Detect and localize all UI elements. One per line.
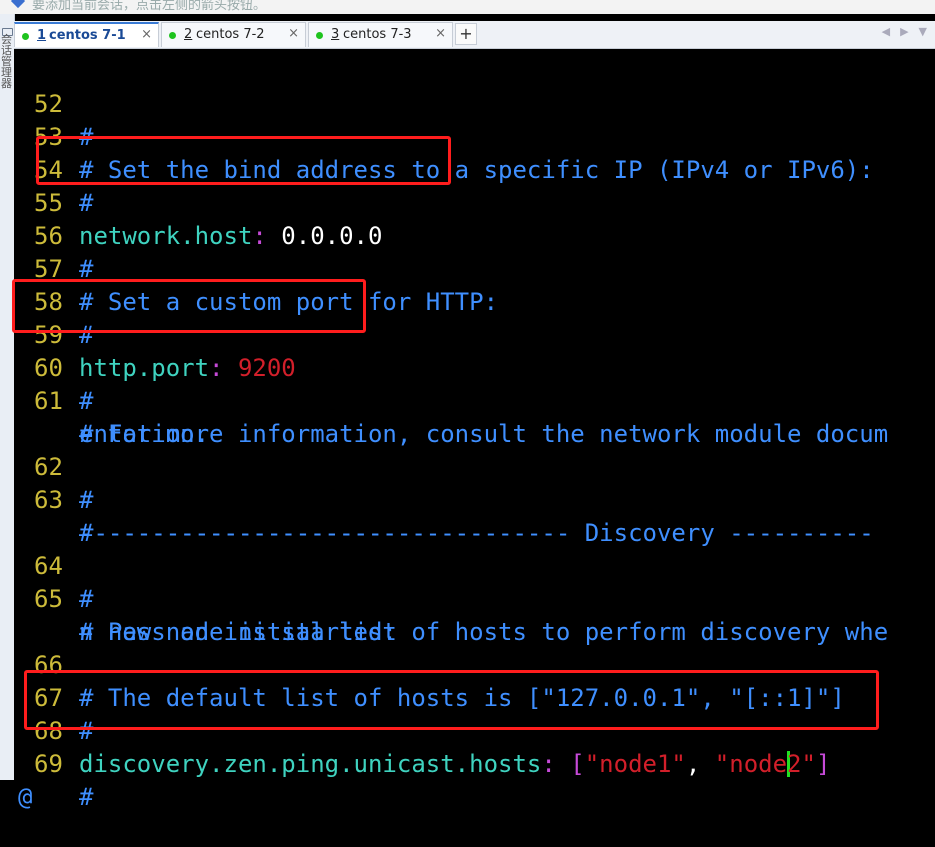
tab-centos-7-3[interactable]: 3 centos 7-3 × bbox=[308, 22, 453, 47]
line-text: # bbox=[79, 189, 94, 217]
tab-label: centos 7-2 bbox=[196, 27, 265, 42]
editor-line: 61 # For more information, consult the n… bbox=[14, 352, 888, 448]
editor-line: 56 # bbox=[14, 187, 93, 283]
terminal-viewport[interactable]: 52 # 53 # Set the bind address to a spec… bbox=[12, 49, 935, 811]
connected-status-icon bbox=[169, 32, 176, 39]
line-text: # The default list of hosts is ["127.0.0… bbox=[79, 684, 845, 712]
line-text: # Set a custom port for HTTP: bbox=[79, 288, 499, 316]
editor-line: 67 # bbox=[14, 649, 93, 745]
yaml-colon: : bbox=[252, 222, 267, 250]
line-text-continued: entation. bbox=[79, 420, 210, 448]
connected-status-icon bbox=[22, 33, 29, 40]
session-hint-text: 要添加当前会话，点击左侧的箭头按钮。 bbox=[32, 0, 267, 13]
add-tab-button[interactable]: + bbox=[455, 23, 477, 45]
tab-navigation: ◀ ▶ ▼ bbox=[872, 25, 927, 38]
vim-overflow-marker: @ bbox=[18, 783, 33, 811]
tab-label: centos 7-1 bbox=[49, 28, 126, 43]
editor-line-wrap: ---------------------- bbox=[14, 484, 397, 547]
editor-line: 69 # bbox=[14, 715, 93, 811]
editor-line: 66 # The default list of hosts is ["127.… bbox=[14, 616, 845, 712]
yaml-string: 2" bbox=[787, 750, 816, 778]
close-tab-icon[interactable]: × bbox=[435, 26, 446, 41]
editor-line-wrap: n new node is started: bbox=[14, 583, 397, 646]
line-text: # bbox=[79, 717, 94, 745]
yaml-key: network.host bbox=[79, 222, 253, 250]
yaml-key: discovery.zen.ping.unicast.hosts bbox=[79, 750, 542, 778]
hint-arrow-icon bbox=[10, 0, 26, 9]
tab-bar: 1 centos 7-1 × 2 centos 7-2 × 3 centos 7… bbox=[14, 21, 935, 49]
editor-line: 63 # -------------------------------- Di… bbox=[14, 451, 874, 547]
line-text-continued: ---------------------- bbox=[79, 519, 397, 547]
line-text: # bbox=[79, 321, 94, 349]
yaml-value: 0.0.0.0 bbox=[281, 222, 383, 250]
session-hint-bar: 要添加当前会话，点击左侧的箭头按钮。 bbox=[0, 0, 935, 14]
tab-prev-icon[interactable]: ◀ bbox=[882, 25, 890, 38]
line-text: # bbox=[79, 123, 94, 151]
tab-number: 1 bbox=[37, 28, 47, 43]
connected-status-icon bbox=[316, 32, 323, 39]
editor-line-wrap: entation. bbox=[14, 385, 209, 448]
editor-line: 55 network.host: 0.0.0.0 bbox=[14, 154, 382, 250]
yaml-colon: : bbox=[209, 354, 224, 382]
tab-menu-icon[interactable]: ▼ bbox=[919, 25, 927, 38]
line-text: discovery.zen.ping.unicast.hosts: ["node… bbox=[79, 748, 830, 781]
yaml-value: 9200 bbox=[237, 354, 296, 382]
editor-line: 54 # bbox=[14, 121, 93, 217]
yaml-key: http.port bbox=[79, 354, 210, 382]
line-text: # Set the bind address to a specific IP … bbox=[79, 156, 874, 184]
yaml-colon: : bbox=[541, 750, 556, 778]
session-manager-label: 会话管理器 bbox=[1, 33, 12, 90]
yaml-string: "node1" bbox=[584, 750, 686, 778]
yaml-bracket-close: ] bbox=[815, 750, 831, 778]
editor-line: 53 # Set the bind address to a specific … bbox=[14, 88, 874, 184]
yaml-bracket-open: [ bbox=[570, 750, 585, 778]
editor-line: 60 # bbox=[14, 319, 93, 415]
close-tab-icon[interactable]: × bbox=[141, 27, 152, 42]
editor-line: 64 # bbox=[14, 517, 93, 613]
tab-centos-7-1[interactable]: 1 centos 7-1 × bbox=[14, 22, 159, 47]
editor-line: @ bbox=[14, 748, 72, 811]
yaml-string: "node bbox=[714, 750, 788, 778]
editor-line: 58 # bbox=[14, 253, 93, 349]
editor-line: 57 # Set a custom port for HTTP: bbox=[14, 220, 498, 316]
session-manager-panel[interactable]: 会话管理器 bbox=[0, 14, 15, 780]
editor-line: 68 discovery.zen.ping.unicast.hosts: ["n… bbox=[14, 682, 830, 778]
line-text: # bbox=[79, 783, 94, 811]
line-text: # bbox=[79, 486, 94, 514]
editor-line: 65 # Pass an initial list of hosts to pe… bbox=[14, 550, 888, 646]
tab-number: 3 bbox=[331, 27, 340, 42]
editor-line: 59 http.port: 9200 bbox=[14, 286, 296, 382]
line-text: # bbox=[79, 585, 94, 613]
tab-number: 2 bbox=[184, 27, 193, 42]
line-text: # bbox=[79, 255, 94, 283]
line-text-continued: n new node is started: bbox=[79, 618, 397, 646]
line-text: # bbox=[79, 387, 94, 415]
tab-next-icon[interactable]: ▶ bbox=[900, 25, 908, 38]
tab-centos-7-2[interactable]: 2 centos 7-2 × bbox=[161, 22, 306, 47]
yaml-comma: , bbox=[685, 750, 715, 778]
editor-line: 62 # bbox=[14, 418, 93, 514]
line-text: network.host: 0.0.0.0 bbox=[79, 220, 382, 253]
tab-label: centos 7-3 bbox=[343, 27, 412, 42]
editor-line: 52 # bbox=[14, 55, 93, 151]
line-text: http.port: 9200 bbox=[79, 352, 296, 385]
close-tab-icon[interactable]: × bbox=[288, 26, 299, 41]
